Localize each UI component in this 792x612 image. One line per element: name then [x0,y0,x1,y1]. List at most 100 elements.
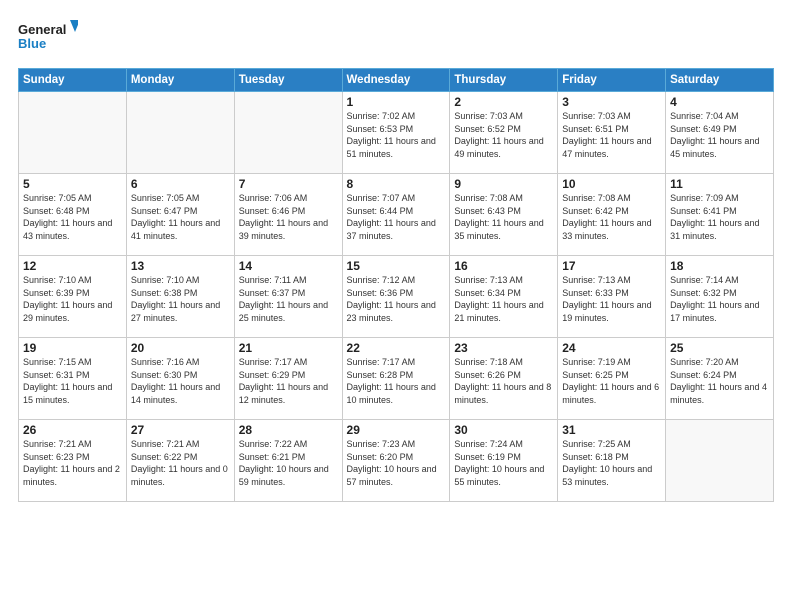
calendar-cell: 5Sunrise: 7:05 AMSunset: 6:48 PMDaylight… [19,174,127,256]
day-info: Sunrise: 7:17 AMSunset: 6:28 PMDaylight:… [347,356,446,406]
day-info: Sunrise: 7:10 AMSunset: 6:38 PMDaylight:… [131,274,230,324]
calendar-cell: 6Sunrise: 7:05 AMSunset: 6:47 PMDaylight… [126,174,234,256]
day-info: Sunrise: 7:09 AMSunset: 6:41 PMDaylight:… [670,192,769,242]
day-info: Sunrise: 7:14 AMSunset: 6:32 PMDaylight:… [670,274,769,324]
svg-text:Blue: Blue [18,36,46,51]
day-number: 20 [131,341,230,355]
calendar-cell: 28Sunrise: 7:22 AMSunset: 6:21 PMDayligh… [234,420,342,502]
weekday-header: Saturday [666,69,774,92]
calendar-cell: 26Sunrise: 7:21 AMSunset: 6:23 PMDayligh… [19,420,127,502]
day-info: Sunrise: 7:17 AMSunset: 6:29 PMDaylight:… [239,356,338,406]
day-info: Sunrise: 7:08 AMSunset: 6:42 PMDaylight:… [562,192,661,242]
day-info: Sunrise: 7:02 AMSunset: 6:53 PMDaylight:… [347,110,446,160]
calendar-cell: 27Sunrise: 7:21 AMSunset: 6:22 PMDayligh… [126,420,234,502]
calendar-cell: 10Sunrise: 7:08 AMSunset: 6:42 PMDayligh… [558,174,666,256]
day-info: Sunrise: 7:22 AMSunset: 6:21 PMDaylight:… [239,438,338,488]
day-number: 6 [131,177,230,191]
weekday-header: Thursday [450,69,558,92]
day-number: 21 [239,341,338,355]
day-number: 10 [562,177,661,191]
day-info: Sunrise: 7:21 AMSunset: 6:22 PMDaylight:… [131,438,230,488]
day-number: 15 [347,259,446,273]
day-number: 5 [23,177,122,191]
calendar-cell: 9Sunrise: 7:08 AMSunset: 6:43 PMDaylight… [450,174,558,256]
day-info: Sunrise: 7:08 AMSunset: 6:43 PMDaylight:… [454,192,553,242]
calendar-cell: 15Sunrise: 7:12 AMSunset: 6:36 PMDayligh… [342,256,450,338]
calendar-cell [126,92,234,174]
day-number: 13 [131,259,230,273]
svg-text:General: General [18,22,66,37]
calendar-cell: 24Sunrise: 7:19 AMSunset: 6:25 PMDayligh… [558,338,666,420]
calendar-cell [19,92,127,174]
calendar-cell [234,92,342,174]
weekday-header-row: SundayMondayTuesdayWednesdayThursdayFrid… [19,69,774,92]
calendar-week-row: 26Sunrise: 7:21 AMSunset: 6:23 PMDayligh… [19,420,774,502]
day-info: Sunrise: 7:03 AMSunset: 6:51 PMDaylight:… [562,110,661,160]
calendar-cell: 13Sunrise: 7:10 AMSunset: 6:38 PMDayligh… [126,256,234,338]
day-info: Sunrise: 7:04 AMSunset: 6:49 PMDaylight:… [670,110,769,160]
day-number: 26 [23,423,122,437]
day-number: 9 [454,177,553,191]
day-number: 29 [347,423,446,437]
day-info: Sunrise: 7:13 AMSunset: 6:33 PMDaylight:… [562,274,661,324]
calendar: SundayMondayTuesdayWednesdayThursdayFrid… [18,68,774,502]
calendar-cell: 19Sunrise: 7:15 AMSunset: 6:31 PMDayligh… [19,338,127,420]
calendar-cell: 11Sunrise: 7:09 AMSunset: 6:41 PMDayligh… [666,174,774,256]
calendar-cell: 17Sunrise: 7:13 AMSunset: 6:33 PMDayligh… [558,256,666,338]
weekday-header: Monday [126,69,234,92]
day-number: 27 [131,423,230,437]
calendar-cell: 7Sunrise: 7:06 AMSunset: 6:46 PMDaylight… [234,174,342,256]
page: General Blue SundayMondayTuesdayWednesda… [0,0,792,612]
day-info: Sunrise: 7:11 AMSunset: 6:37 PMDaylight:… [239,274,338,324]
day-number: 19 [23,341,122,355]
day-info: Sunrise: 7:20 AMSunset: 6:24 PMDaylight:… [670,356,769,406]
day-number: 11 [670,177,769,191]
day-info: Sunrise: 7:06 AMSunset: 6:46 PMDaylight:… [239,192,338,242]
day-info: Sunrise: 7:12 AMSunset: 6:36 PMDaylight:… [347,274,446,324]
calendar-cell: 8Sunrise: 7:07 AMSunset: 6:44 PMDaylight… [342,174,450,256]
calendar-cell: 18Sunrise: 7:14 AMSunset: 6:32 PMDayligh… [666,256,774,338]
calendar-week-row: 19Sunrise: 7:15 AMSunset: 6:31 PMDayligh… [19,338,774,420]
day-number: 30 [454,423,553,437]
day-number: 17 [562,259,661,273]
day-number: 12 [23,259,122,273]
day-number: 16 [454,259,553,273]
weekday-header: Wednesday [342,69,450,92]
day-info: Sunrise: 7:03 AMSunset: 6:52 PMDaylight:… [454,110,553,160]
day-info: Sunrise: 7:05 AMSunset: 6:47 PMDaylight:… [131,192,230,242]
day-info: Sunrise: 7:10 AMSunset: 6:39 PMDaylight:… [23,274,122,324]
day-number: 28 [239,423,338,437]
day-number: 2 [454,95,553,109]
day-info: Sunrise: 7:05 AMSunset: 6:48 PMDaylight:… [23,192,122,242]
day-info: Sunrise: 7:24 AMSunset: 6:19 PMDaylight:… [454,438,553,488]
day-number: 31 [562,423,661,437]
calendar-cell: 3Sunrise: 7:03 AMSunset: 6:51 PMDaylight… [558,92,666,174]
calendar-cell: 31Sunrise: 7:25 AMSunset: 6:18 PMDayligh… [558,420,666,502]
day-info: Sunrise: 7:18 AMSunset: 6:26 PMDaylight:… [454,356,553,406]
calendar-week-row: 5Sunrise: 7:05 AMSunset: 6:48 PMDaylight… [19,174,774,256]
day-number: 8 [347,177,446,191]
header: General Blue [18,18,774,58]
weekday-header: Tuesday [234,69,342,92]
calendar-cell: 4Sunrise: 7:04 AMSunset: 6:49 PMDaylight… [666,92,774,174]
day-number: 22 [347,341,446,355]
day-number: 14 [239,259,338,273]
day-number: 4 [670,95,769,109]
day-info: Sunrise: 7:07 AMSunset: 6:44 PMDaylight:… [347,192,446,242]
day-number: 23 [454,341,553,355]
day-number: 7 [239,177,338,191]
day-number: 3 [562,95,661,109]
day-number: 25 [670,341,769,355]
calendar-cell: 22Sunrise: 7:17 AMSunset: 6:28 PMDayligh… [342,338,450,420]
day-number: 24 [562,341,661,355]
calendar-cell: 12Sunrise: 7:10 AMSunset: 6:39 PMDayligh… [19,256,127,338]
day-number: 18 [670,259,769,273]
calendar-cell: 16Sunrise: 7:13 AMSunset: 6:34 PMDayligh… [450,256,558,338]
day-info: Sunrise: 7:21 AMSunset: 6:23 PMDaylight:… [23,438,122,488]
day-info: Sunrise: 7:19 AMSunset: 6:25 PMDaylight:… [562,356,661,406]
logo-svg: General Blue [18,18,78,58]
weekday-header: Friday [558,69,666,92]
weekday-header: Sunday [19,69,127,92]
calendar-cell: 25Sunrise: 7:20 AMSunset: 6:24 PMDayligh… [666,338,774,420]
calendar-cell [666,420,774,502]
